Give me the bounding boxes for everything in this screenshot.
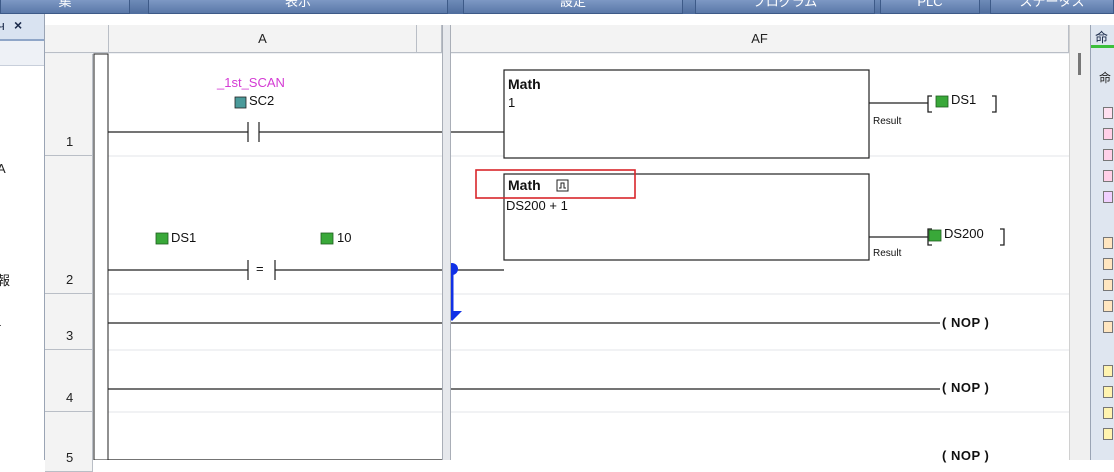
nop-coil: ( NOP ) xyxy=(942,448,990,463)
nop-coil: ( NOP ) xyxy=(942,380,990,395)
instruction-button[interactable] xyxy=(1103,149,1113,161)
bit-icon xyxy=(234,96,247,109)
math-title: Math xyxy=(508,177,541,193)
compare-operator: = xyxy=(256,261,264,276)
rung1-output-bracket-right xyxy=(992,95,997,113)
rung2-output-bracket-right xyxy=(1000,228,1005,246)
compare-right-operand: 10 xyxy=(337,230,352,245)
instruction-button[interactable] xyxy=(1103,191,1113,203)
int-icon xyxy=(320,232,334,245)
int-icon xyxy=(928,229,942,242)
column-splitter[interactable] xyxy=(442,25,451,460)
math-title: Math xyxy=(508,76,541,92)
nop-coil: ( NOP ) xyxy=(942,315,990,330)
output-address: DS1 xyxy=(951,92,977,107)
vertical-scrollbar[interactable] xyxy=(1069,25,1091,460)
contact-address: SC2 xyxy=(249,93,275,108)
instruction-button[interactable] xyxy=(1103,321,1113,333)
instruction-button[interactable] xyxy=(1103,279,1113,291)
instruction-button[interactable] xyxy=(1103,170,1113,182)
instruction-button[interactable] xyxy=(1103,428,1113,440)
contact-nickname: _1st_SCAN xyxy=(217,75,285,90)
edge-icon xyxy=(556,179,569,192)
right-panel-tab[interactable]: 命 xyxy=(1099,69,1111,86)
math-formula: 1 xyxy=(508,95,516,110)
instruction-button[interactable] xyxy=(1103,365,1113,377)
instruction-button[interactable] xyxy=(1103,386,1113,398)
instruction-button[interactable] xyxy=(1103,128,1113,140)
math-formula: DS200 + 1 xyxy=(506,198,568,213)
right-panel-accent xyxy=(1091,45,1114,48)
instruction-button[interactable] xyxy=(1103,258,1113,270)
output-address: DS200 xyxy=(944,226,984,241)
left-power-rail xyxy=(93,53,109,460)
instruction-button[interactable] xyxy=(1103,300,1113,312)
scroll-thumb[interactable] xyxy=(1078,53,1081,75)
result-label: Result xyxy=(873,248,902,259)
right-dock-panel: 命 命 xyxy=(1090,25,1114,460)
right-panel-title: 命 xyxy=(1095,30,1109,45)
rung1-output-bracket-left xyxy=(927,95,932,113)
compare-left-operand: DS1 xyxy=(171,230,197,245)
int-icon xyxy=(935,95,949,108)
int-icon xyxy=(155,232,169,245)
result-label: Result xyxy=(873,116,902,127)
instruction-button[interactable] xyxy=(1103,407,1113,419)
instruction-button[interactable] xyxy=(1103,237,1113,249)
rung1-math-box xyxy=(503,69,870,159)
instruction-button[interactable] xyxy=(1103,107,1113,119)
